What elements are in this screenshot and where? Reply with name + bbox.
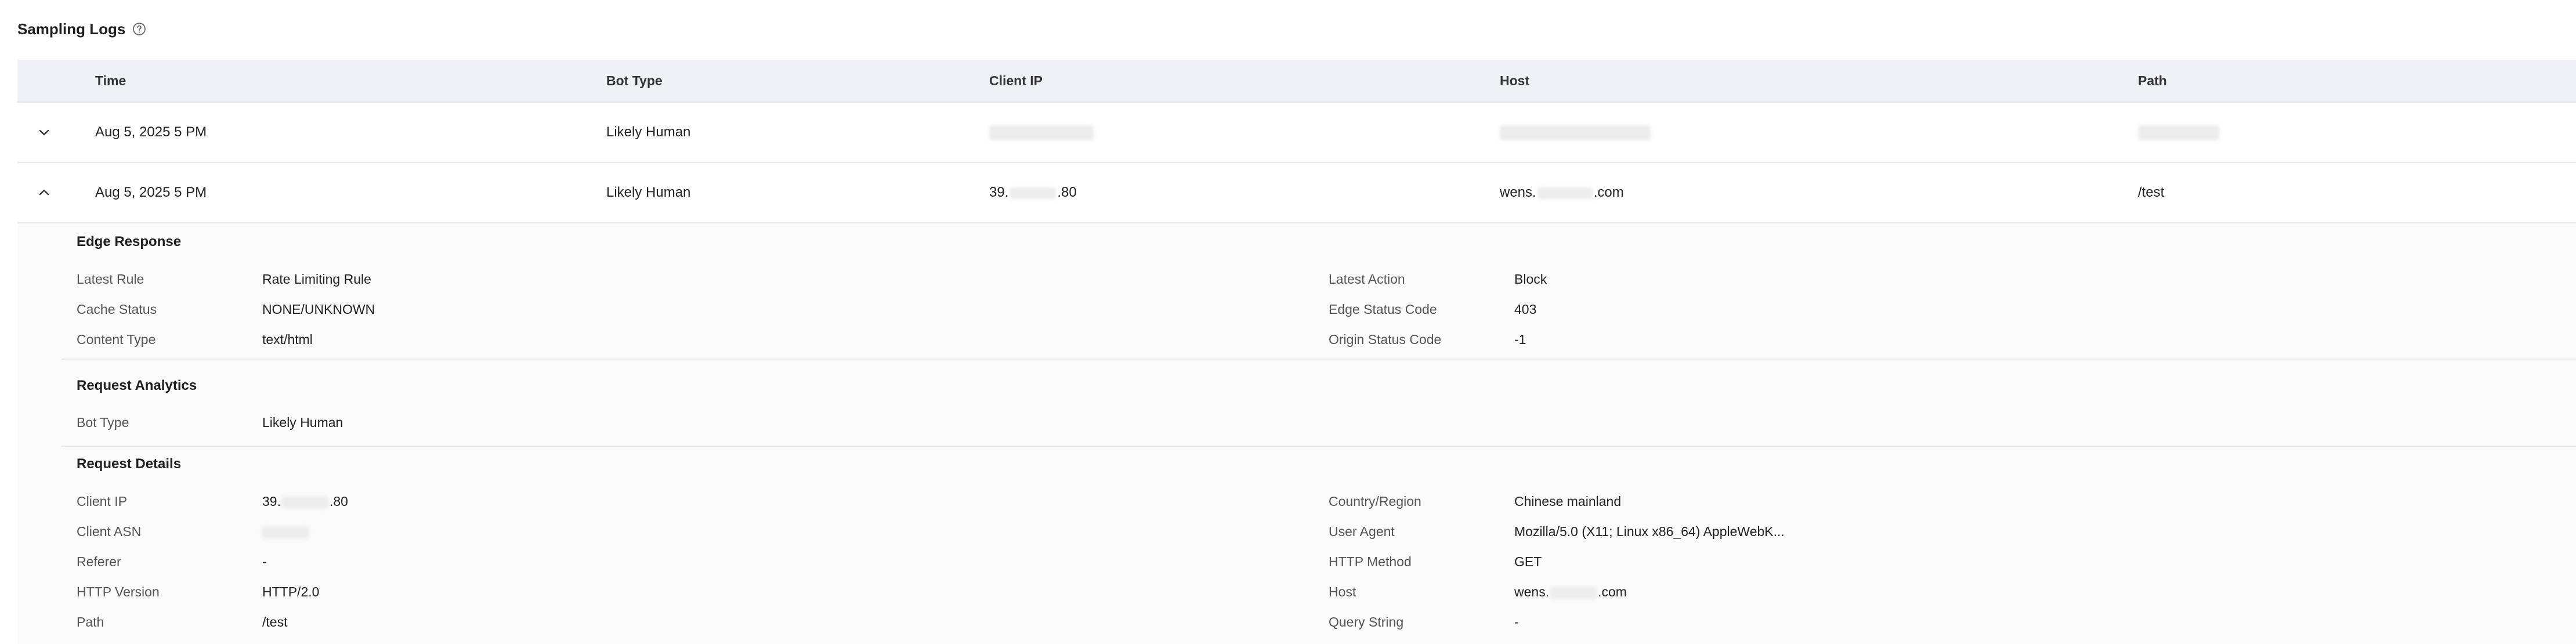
detail-label: HTTP Method xyxy=(1329,554,1412,569)
detail-label: Edge Status Code xyxy=(1329,302,1437,317)
redaction-blur xyxy=(1537,187,1593,199)
host-cell-redacted xyxy=(1500,103,1651,162)
detail-label: Client IP xyxy=(77,494,127,509)
host-prefix: wens. xyxy=(1514,584,1550,599)
column-header-path[interactable]: Path xyxy=(2138,60,2167,102)
host-prefix: wens. xyxy=(1500,184,1536,200)
detail-value: Rate Limiting Rule xyxy=(262,272,371,287)
redaction-blur xyxy=(281,496,328,508)
detail-label: Referer xyxy=(77,554,121,569)
detail-label: Bot Type xyxy=(77,415,129,430)
user-agent-value: Mozilla/5.0 (X11; Linux x86_64) AppleWeb… xyxy=(1514,524,1785,539)
detail-value: 39. .80 xyxy=(262,494,348,509)
detail-value: Likely Human xyxy=(262,415,343,430)
expanded-row-details: Edge Response Latest Rule Rate Limiting … xyxy=(17,223,2576,644)
page-title: Sampling Logs xyxy=(17,20,126,38)
client-ip-suffix: .80 xyxy=(1057,184,1077,200)
detail-label: Client ASN xyxy=(77,524,142,539)
host-suffix: .com xyxy=(1593,184,1624,200)
detail-value: /test xyxy=(262,614,288,629)
client-ip-cell: 39. .80 xyxy=(989,163,1077,222)
section-title-request-details: Request Details xyxy=(77,456,182,472)
detail-value: -1 xyxy=(1514,332,1526,347)
section-divider xyxy=(61,446,2576,447)
detail-value: text/html xyxy=(262,332,313,347)
host-suffix: .com xyxy=(1598,584,1627,599)
table-row-expanded[interactable]: Aug 5, 2025 5 PM Likely Human 39. .80 wen… xyxy=(17,163,2576,223)
chevron-up-icon[interactable] xyxy=(36,184,52,201)
host-cell: wens. .com xyxy=(1500,163,1624,222)
help-circle-icon[interactable] xyxy=(132,22,146,36)
detail-value: GET xyxy=(1514,554,1542,569)
bot-type-cell: Likely Human xyxy=(606,124,691,140)
path-cell-redacted xyxy=(2138,103,2219,162)
client-ip-cell-redacted xyxy=(989,103,1094,162)
title-row: Sampling Logs xyxy=(17,17,146,41)
detail-value: Block xyxy=(1514,272,1547,287)
detail-label: Latest Action xyxy=(1329,272,1405,287)
time-cell: Aug 5, 2025 5 PM xyxy=(95,124,207,140)
table-row[interactable]: Aug 5, 2025 5 PM Likely Human xyxy=(17,103,2576,163)
section-divider xyxy=(61,359,2576,360)
detail-label: Path xyxy=(77,614,104,629)
detail-label: Cache Status xyxy=(77,302,157,317)
path-cell: /test xyxy=(2138,184,2165,200)
column-header-time[interactable]: Time xyxy=(95,60,126,102)
column-header-host[interactable]: Host xyxy=(1500,60,1529,102)
sampling-logs-page: Sampling Logs Time Bot Type Client IP Ho… xyxy=(0,0,2576,644)
detail-label: Host xyxy=(1329,584,1356,599)
detail-label: Content Type xyxy=(77,332,156,347)
detail-value: - xyxy=(1514,614,1519,629)
detail-value: HTTP/2.0 xyxy=(262,584,320,599)
time-cell: Aug 5, 2025 5 PM xyxy=(95,184,207,200)
table-header: Time Bot Type Client IP Host Path xyxy=(17,60,2576,103)
client-ip-suffix: .80 xyxy=(329,494,348,509)
detail-value: NONE/UNKNOWN xyxy=(262,302,375,317)
detail-value: Chinese mainland xyxy=(1514,494,1622,509)
detail-label: Origin Status Code xyxy=(1329,332,1442,347)
detail-value: 403 xyxy=(1514,302,1537,317)
sampling-logs-table: Time Bot Type Client IP Host Path Aug 5,… xyxy=(17,60,2576,223)
client-ip-prefix: 39. xyxy=(989,184,1009,200)
bot-type-cell: Likely Human xyxy=(606,184,691,200)
section-title-edge-response: Edge Response xyxy=(77,234,182,249)
column-header-bot-type[interactable]: Bot Type xyxy=(606,60,663,102)
column-header-client-ip[interactable]: Client IP xyxy=(989,60,1043,102)
detail-label: HTTP Version xyxy=(77,584,160,599)
detail-value: - xyxy=(262,554,267,569)
detail-value: wens. .com xyxy=(1514,584,1627,600)
section-title-request-analytics: Request Analytics xyxy=(77,378,197,393)
client-asn-redacted xyxy=(262,524,309,540)
detail-label: User Agent xyxy=(1329,524,1395,539)
client-ip-prefix: 39. xyxy=(262,494,281,509)
redaction-blur xyxy=(1010,187,1057,199)
detail-label: Latest Rule xyxy=(77,272,144,287)
chevron-down-icon[interactable] xyxy=(36,124,52,140)
detail-label: Query String xyxy=(1329,614,1404,629)
detail-label: Country/Region xyxy=(1329,494,1421,509)
redaction-blur xyxy=(1550,587,1597,599)
